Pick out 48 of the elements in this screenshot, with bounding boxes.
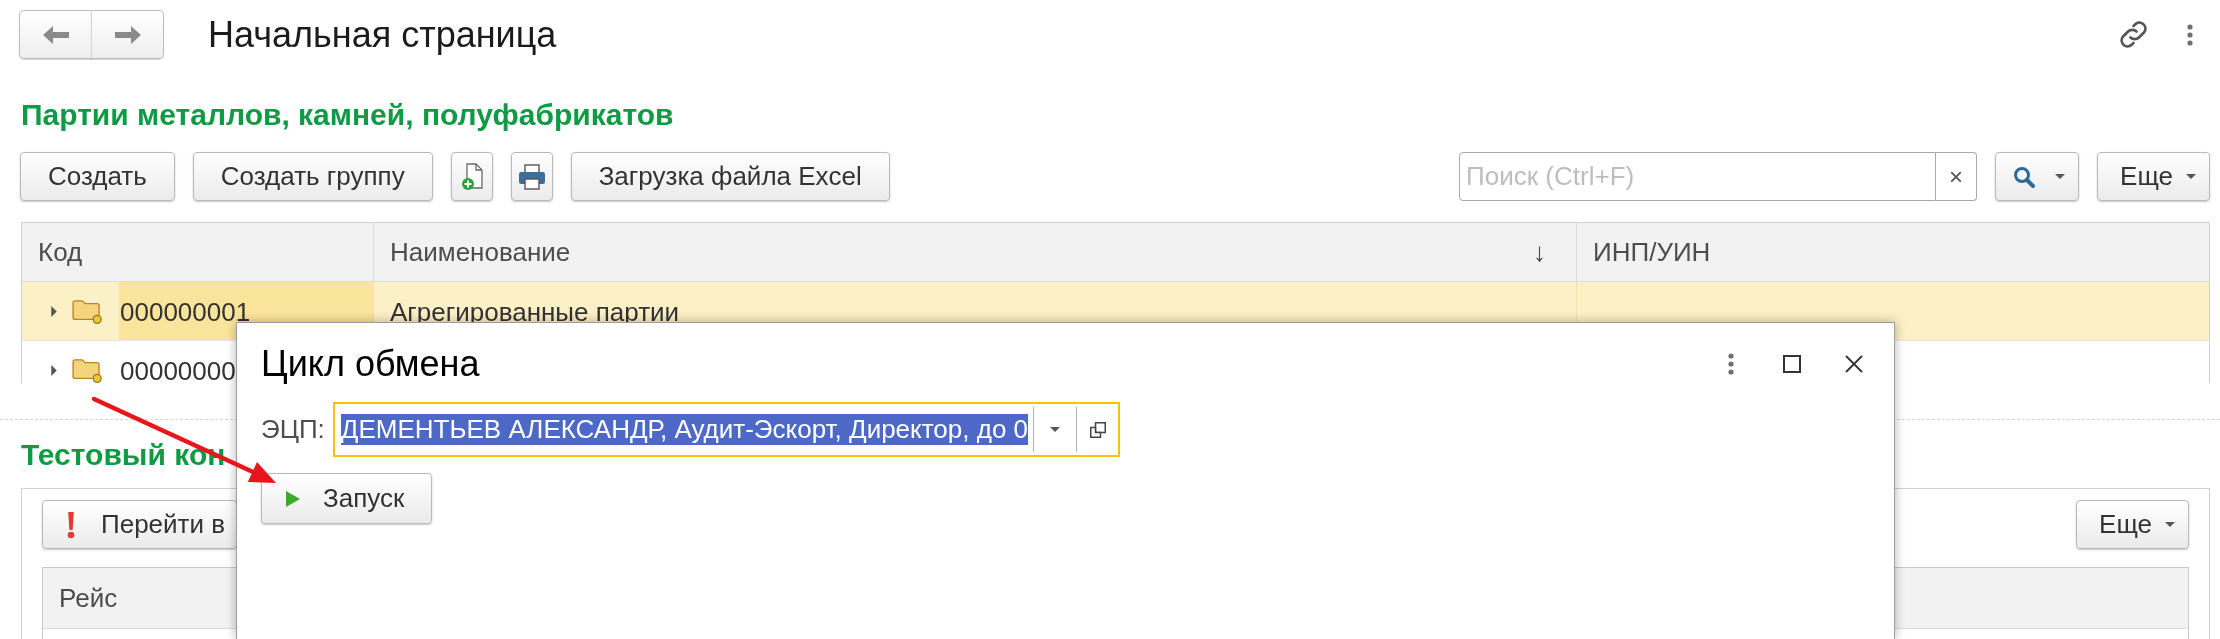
folder-icon: [72, 299, 102, 324]
search-button[interactable]: [1995, 152, 2080, 201]
vertical-dots-icon[interactable]: [1728, 353, 1734, 375]
add-document-button[interactable]: [450, 152, 493, 201]
print-button[interactable]: [510, 152, 553, 201]
overlapping-squares-icon: [1089, 421, 1106, 438]
dialog-title: Цикл обмена: [261, 343, 480, 385]
link-icon[interactable]: [2120, 21, 2147, 48]
exclamation-icon: [67, 510, 75, 539]
table-cell: 00000000: [119, 358, 236, 383]
column-header[interactable]: Рейс: [43, 568, 233, 628]
toolbar-button[interactable]: Создать группу: [192, 152, 433, 201]
toolbar-button[interactable]: Перейти в: [42, 500, 237, 549]
document-plus-icon: [460, 162, 483, 191]
caret-icon: [1050, 427, 1061, 432]
vertical-dots-icon[interactable]: [2187, 23, 2193, 46]
run-button[interactable]: Запуск: [261, 473, 433, 524]
right-arrow-icon: [114, 24, 141, 45]
page-title: Начальная страница: [208, 13, 557, 56]
section-heading: Партии металлов, камней, полуфабрикатов: [21, 97, 674, 132]
printer-icon: [517, 163, 546, 190]
more-button[interactable]: Еще: [2076, 500, 2189, 549]
caret-icon: [2055, 174, 2066, 179]
forward-button[interactable]: [91, 10, 164, 59]
toolbar-button[interactable]: Создать: [20, 152, 175, 201]
toolbar-button[interactable]: Загрузка файла Excel: [570, 152, 890, 201]
folder-icon: [72, 358, 102, 383]
table-cell: Агрегированные партии: [390, 299, 680, 324]
search-field[interactable]: Поиск (Ctrl+F): [1459, 152, 1937, 201]
expand-triangle-icon[interactable]: [51, 306, 57, 317]
column-header[interactable]: Код: [22, 223, 373, 281]
back-button[interactable]: [19, 10, 92, 59]
field-label: ЭЦП:: [261, 414, 325, 445]
search-icon: [2013, 165, 2036, 188]
maximize-icon[interactable]: [1783, 355, 1801, 373]
close-icon[interactable]: [1845, 355, 1863, 373]
expand-triangle-icon[interactable]: [51, 365, 57, 376]
left-arrow-icon: [42, 24, 69, 45]
column-header[interactable]: ИНП/УИН: [1576, 223, 2209, 281]
caret-icon: [2186, 174, 2196, 179]
signature-field[interactable]: ДЕМЕНТЬЕВ АЛЕКСАНДР, Аудит-Эскорт, Директор, до 0: [332, 402, 1121, 457]
more-button[interactable]: Еще: [2097, 152, 2210, 201]
column-header[interactable]: Наименование ↓: [373, 223, 1576, 281]
sort-indicator: ↓: [1533, 236, 1546, 268]
caret-icon: [2165, 522, 2175, 527]
clear-button[interactable]: ×: [1936, 152, 1978, 201]
play-icon: [286, 490, 300, 507]
field-value: ДЕМЕНТЬЕВ АЛЕКСАНДР, Аудит-Эскорт, Директор, до 0: [340, 414, 1029, 445]
